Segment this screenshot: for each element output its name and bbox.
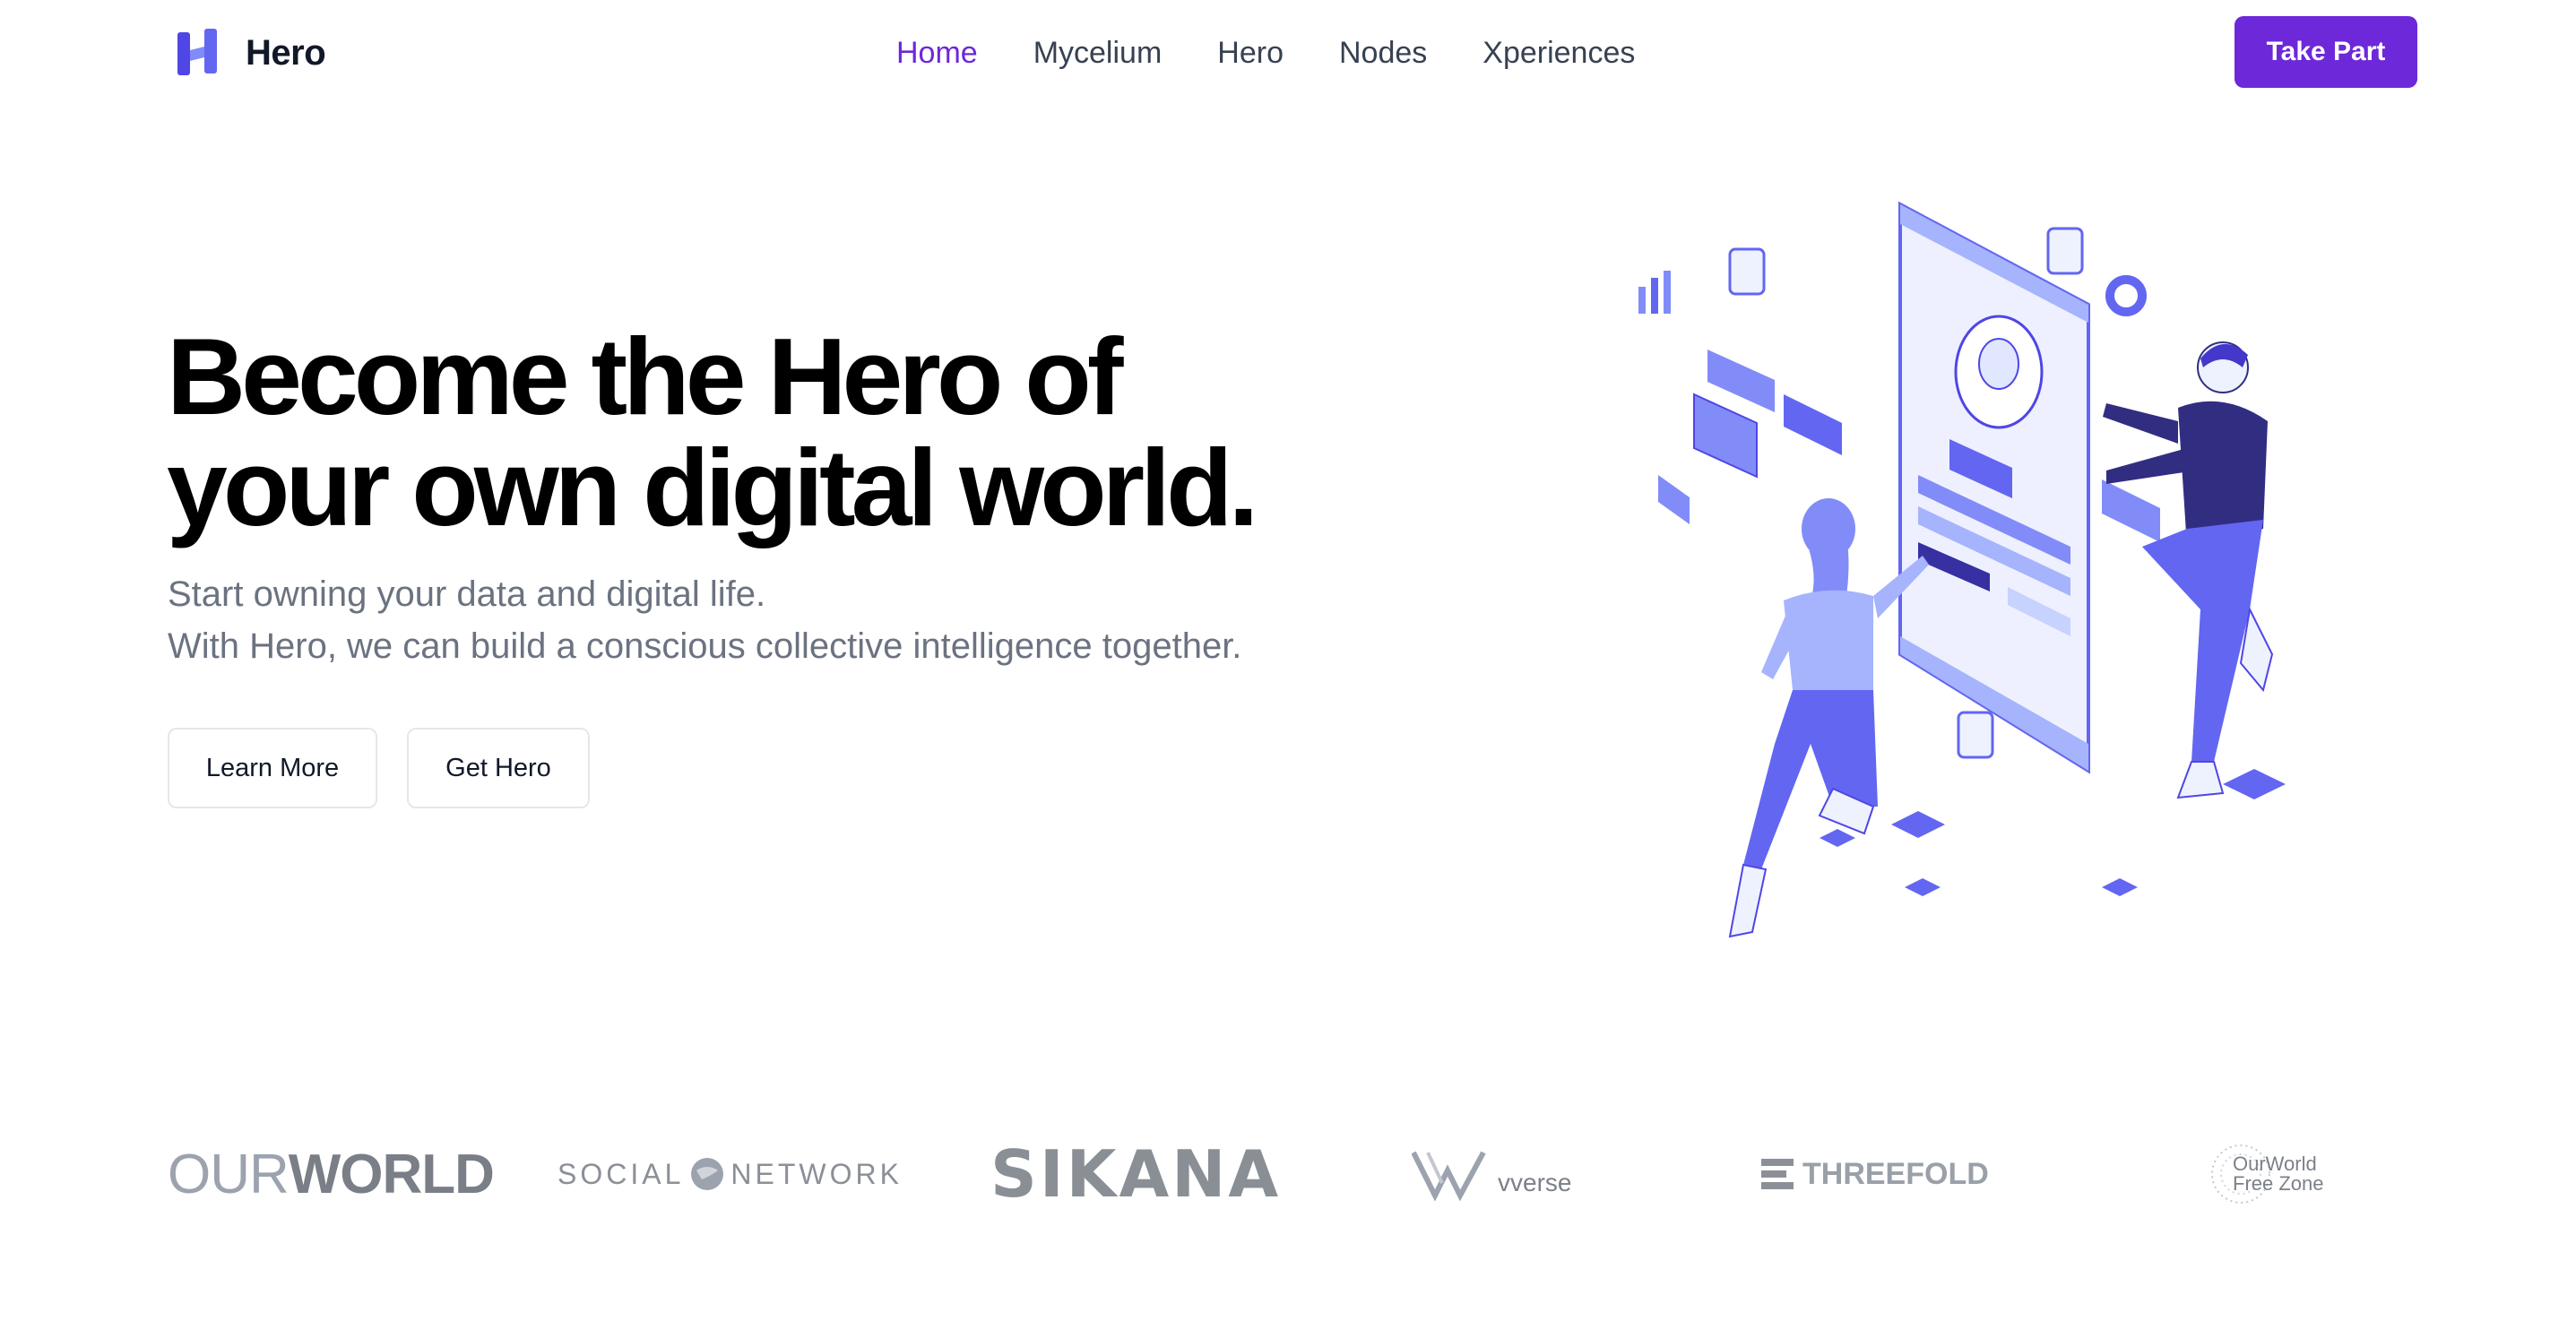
hero-subtitle-line-2: With Hero, we can build a conscious coll… [168, 626, 1242, 666]
nav-link-hero[interactable]: Hero [1217, 30, 1284, 75]
hero-title: Become the Hero of your own digital worl… [167, 321, 1332, 543]
brand-logo[interactable]: Hero [176, 27, 326, 79]
social-network-logo-right: NETWORK [730, 1157, 903, 1190]
vverse-logo-text: vverse [1498, 1169, 1572, 1196]
globe-icon [691, 1158, 724, 1190]
social-network-logo: SOCIAL NETWORK [558, 1120, 903, 1228]
hero-subtitle: Start owning your data and digital life.… [168, 568, 1333, 672]
threefold-logo: THREEFOLD [1761, 1120, 1989, 1228]
ourworld-logo-light: OUR [168, 1143, 290, 1205]
ourworld-free-zone-logo: OurWorld Free Zone [2209, 1120, 2324, 1228]
nav-link-nodes[interactable]: Nodes [1339, 30, 1427, 75]
nav-link-mycelium[interactable]: Mycelium [1033, 30, 1163, 75]
threefold-mark-icon [1761, 1159, 1794, 1189]
nav-link-home[interactable]: Home [896, 30, 978, 75]
people-interacting-with-phone-profile-illustration [1638, 201, 2286, 938]
h-letter-logo-icon [177, 29, 217, 75]
hero-title-line-1: Become the Hero of [167, 315, 1123, 437]
freezone-line-2: Free Zone [2233, 1172, 2324, 1195]
social-network-logo-left: SOCIAL [558, 1157, 685, 1190]
brand-name: Hero [246, 32, 326, 73]
take-part-button[interactable]: Take Part [2235, 16, 2417, 88]
partner-logos: OUR WORLD SOCIAL NETWORK SIKANA vverse TH… [0, 1120, 2576, 1228]
get-hero-button[interactable]: Get Hero [407, 728, 590, 808]
hero-subtitle-line-1: Start owning your data and digital life. [168, 574, 766, 614]
ourworld-logo-bold: WORLD [288, 1143, 495, 1205]
freezone-line-1: OurWorld [2233, 1153, 2317, 1175]
vverse-mark-icon [1412, 1151, 1486, 1201]
main-nav: Home Mycelium Hero Nodes Xperiences [896, 30, 1635, 75]
vverse-logo: vverse [1412, 1120, 1571, 1228]
hero-title-line-2: your own digital world. [167, 427, 1258, 548]
sikana-logo: SIKANA [990, 1136, 1282, 1212]
threefold-logo-text: THREEFOLD [1802, 1156, 1989, 1191]
nav-link-xperiences[interactable]: Xperiences [1482, 30, 1635, 75]
site-header: Hero Home Mycelium Hero Nodes Xperiences… [0, 0, 2576, 106]
learn-more-button[interactable]: Learn More [168, 728, 377, 808]
ourworld-logo: OUR WORLD [168, 1120, 495, 1228]
